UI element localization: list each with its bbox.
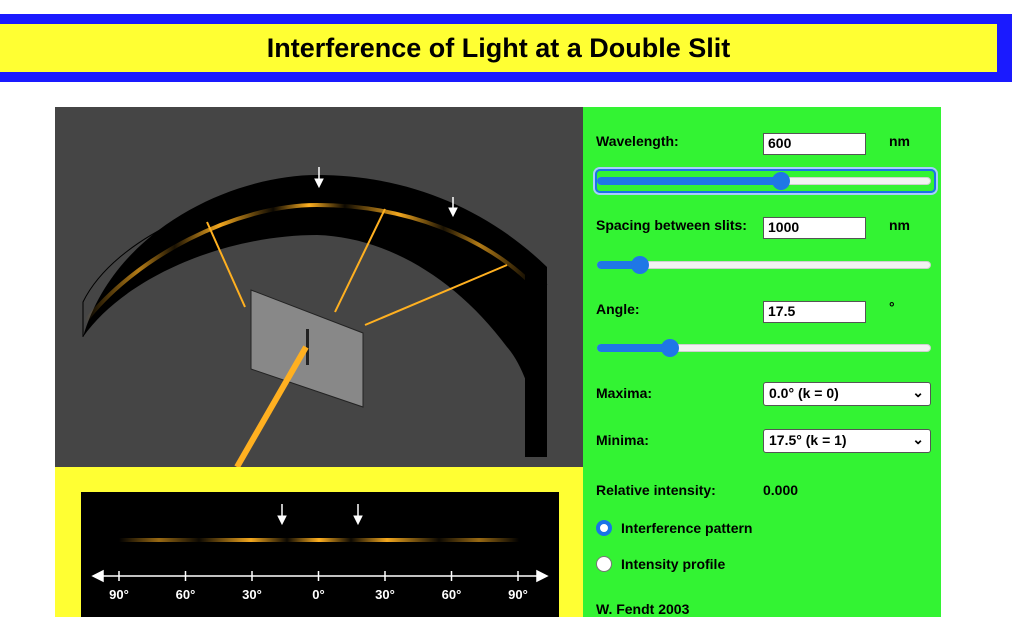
spacing-unit: nm: [889, 217, 910, 233]
angle-input[interactable]: 17.5: [763, 301, 866, 323]
angle-label: Angle:: [596, 301, 640, 317]
maxima-select[interactable]: 0.0° (k = 0) ⌄: [763, 382, 931, 406]
tick-label: 0°: [312, 587, 324, 602]
simulation-canvas[interactable]: 90° 60° 30° 0° 30° 60° 90°: [55, 107, 583, 617]
credit: W. Fendt 2003: [596, 601, 690, 617]
simulation-drawing: 90° 60° 30° 0° 30° 60° 90°: [55, 107, 583, 617]
slits: [306, 329, 309, 365]
wavelength-unit: nm: [889, 133, 910, 149]
maxima-selected: 0.0° (k = 0): [769, 385, 839, 401]
radio-interference-pattern[interactable]: [596, 520, 612, 536]
tick-label: 60°: [176, 587, 196, 602]
title-banner: Interference of Light at a Double Slit: [0, 24, 997, 72]
wavelength-input[interactable]: 600: [763, 133, 866, 155]
minima-select[interactable]: 17.5° (k = 1) ⌄: [763, 429, 931, 453]
tick-label: 30°: [375, 587, 395, 602]
radio-intensity-profile[interactable]: [596, 556, 612, 572]
page-title: Interference of Light at a Double Slit: [266, 32, 731, 63]
tick-label: 90°: [508, 587, 528, 602]
chevron-down-icon: ⌄: [912, 431, 924, 447]
relative-intensity-label: Relative intensity:: [596, 482, 716, 498]
wavelength-slider-thumb[interactable]: [771, 172, 790, 190]
maxima-label: Maxima:: [596, 385, 653, 401]
title-bar: Interference of Light at a Double Slit: [0, 14, 1012, 82]
angle-unit: °: [889, 299, 895, 315]
tick-label: 60°: [442, 587, 462, 602]
wavelength-slider[interactable]: [597, 171, 931, 191]
fringe-band: [119, 538, 519, 542]
tick-label: 90°: [109, 587, 129, 602]
control-panel: Wavelength: 600 nm Spacing between slits…: [583, 107, 941, 617]
spacing-slider[interactable]: [597, 255, 931, 275]
angle-slider[interactable]: [597, 338, 931, 358]
chevron-down-icon: ⌄: [912, 384, 924, 400]
angle-slider-thumb[interactable]: [661, 339, 680, 357]
spacing-label: Spacing between slits:: [596, 217, 747, 233]
spacing-slider-thumb[interactable]: [631, 256, 650, 274]
tick-label: 30°: [242, 587, 262, 602]
wavelength-label: Wavelength:: [596, 133, 679, 149]
relative-intensity-value: 0.000: [763, 482, 799, 498]
minima-selected: 17.5° (k = 1): [769, 432, 847, 448]
intensity-profile-label[interactable]: Intensity profile: [621, 556, 725, 572]
spacing-input[interactable]: 1000: [763, 217, 866, 239]
minima-label: Minima:: [596, 432, 649, 448]
interference-pattern-label[interactable]: Interference pattern: [621, 520, 752, 536]
